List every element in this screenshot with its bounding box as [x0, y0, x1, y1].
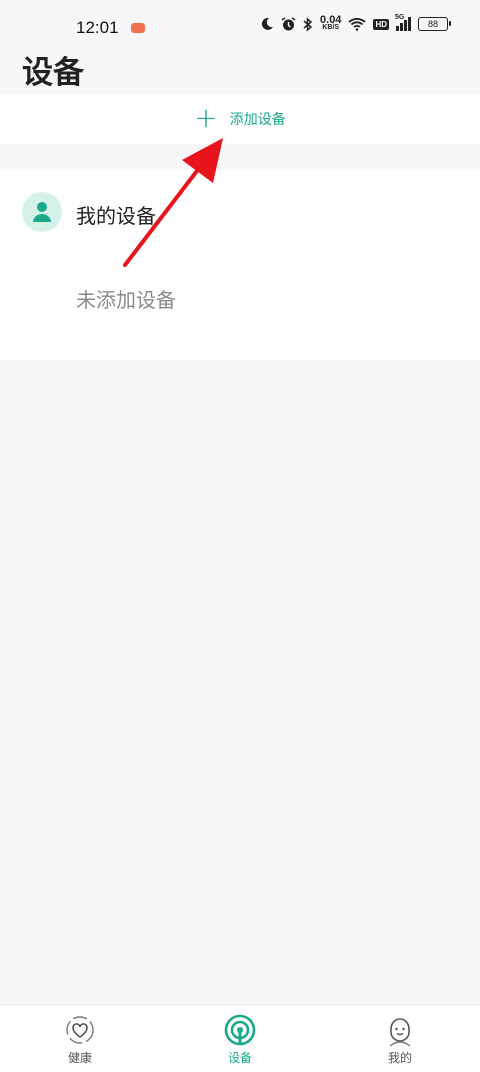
tab-profile[interactable]: 我的: [320, 1005, 480, 1072]
tab-profile-label: 我的: [387, 1051, 412, 1065]
moon-icon: [261, 17, 274, 30]
network-type: 5G: [395, 14, 405, 21]
cell-signal-icon: 5G: [395, 14, 411, 31]
tab-health-label: 健康: [67, 1051, 92, 1065]
battery-icon: 88: [418, 17, 451, 31]
user-icon: [33, 202, 51, 222]
bottom-tab-bar: 健康 设备 我的: [0, 1004, 480, 1072]
page-title: 设备: [22, 55, 84, 91]
speed-value: 0.04: [320, 14, 342, 26]
plus-icon: +: [194, 100, 218, 134]
add-device-label: 添加设备: [229, 112, 286, 128]
tab-health[interactable]: 健康: [0, 1005, 160, 1072]
add-device-button[interactable]: + 添加设备: [0, 94, 480, 144]
profile-icon: [383, 1013, 417, 1047]
game-notification-icon: [130, 23, 145, 33]
network-speed: 0.04 KB/S: [320, 14, 342, 32]
avatar: [22, 192, 62, 232]
alarm-icon: [281, 16, 296, 30]
speed-unit: KB/S: [322, 24, 340, 31]
tab-device[interactable]: 设备: [160, 1005, 320, 1072]
status-time: 12:01: [76, 18, 119, 37]
health-icon: [63, 1013, 97, 1047]
hd-badge: HD: [373, 18, 389, 30]
tab-device-label: 设备: [227, 1051, 252, 1065]
my-devices-title: 我的设备: [76, 204, 156, 228]
device-icon: [223, 1013, 257, 1047]
wifi-icon: [348, 18, 367, 31]
empty-state-text: 未添加设备: [76, 288, 176, 312]
battery-level: 88: [427, 19, 438, 29]
status-icons: 0.04 KB/S HD 5G 88: [260, 14, 451, 32]
my-devices-card: 我的设备 未添加设备: [0, 170, 480, 360]
bluetooth-icon: [303, 16, 313, 32]
